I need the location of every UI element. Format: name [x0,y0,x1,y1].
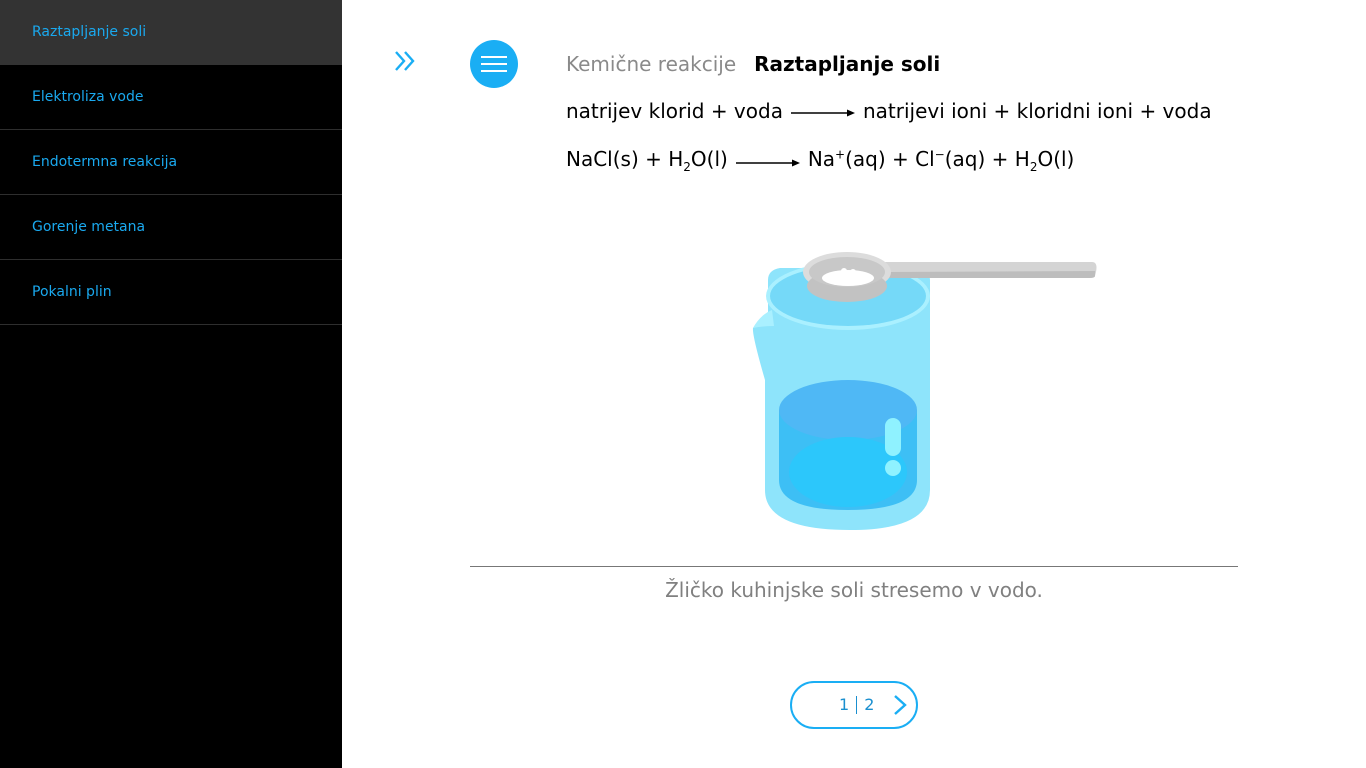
formula-subscript: 2 [683,160,691,174]
sidebar: Raztapljanje soli Elektroliza vode Endot… [0,0,342,768]
formula-text: O(l) [690,147,728,171]
menu-button[interactable] [470,40,518,88]
hamburger-icon [481,56,507,72]
sidebar-item-raztapljanje-soli[interactable]: Raztapljanje soli [0,0,342,65]
double-chevron-right-icon[interactable] [392,47,420,75]
sidebar-item-label: Endotermna reakcija [32,154,178,170]
formula-text: (aq) + Cl [845,147,935,171]
sidebar-item-label: Raztapljanje soli [32,24,147,40]
equation-products: natrijevi ioni + kloridni ioni + voda [862,99,1212,123]
formula-superscript: − [934,147,945,162]
divider [470,566,1238,567]
formula-reactants: NaCl(s) + H2O(l) [566,147,728,174]
pager-separator [856,695,858,714]
word-equation: natrijev klorid + voda natrijevi ioni + … [566,99,1212,123]
current-page: 1 [839,695,850,714]
reaction-arrow-icon [790,99,855,123]
sidebar-item-label: Elektroliza vode [32,89,144,105]
formula-text: O(l) [1037,147,1075,171]
sidebar-item-pokalni-plin[interactable]: Pokalni plin [0,260,342,325]
sidebar-item-endotermna-reakcija[interactable]: Endotermna reakcija [0,130,342,195]
sidebar-item-gorenje-metana[interactable]: Gorenje metana [0,195,342,260]
formula-text: (aq) + H [944,147,1030,171]
page-title: Raztapljanje soli [754,52,941,76]
formula-text: Na [807,147,836,171]
step-caption: Žličko kuhinjske soli stresemo v vodo. [665,578,1043,602]
formula-equation: NaCl(s) + H2O(l) Na+(aq) + Cl−(aq) + H2O… [566,147,1074,174]
formula-text: NaCl(s) + H [566,147,684,171]
sidebar-item-label: Gorenje metana [32,219,146,235]
total-pages: 2 [864,695,875,714]
page-indicator: 1 2 [839,695,874,714]
breadcrumb-parent[interactable]: Kemične reakcije [566,52,736,76]
sidebar-item-elektroliza-vode[interactable]: Elektroliza vode [0,65,342,130]
sidebar-item-label: Pokalni plin [32,284,112,300]
pager: 1 2 [790,681,918,729]
reaction-arrow-icon [735,149,800,173]
breadcrumb: Kemične reakcije Raztapljanje soli [566,52,940,76]
formula-products: Na+(aq) + Cl−(aq) + H2O(l) [808,147,1075,174]
beaker-illustration [740,240,1110,544]
next-page-button[interactable] [890,693,910,721]
equation-reactants: natrijev klorid + voda [566,99,783,123]
chevron-right-icon [894,695,907,715]
formula-superscript: + [835,147,846,162]
